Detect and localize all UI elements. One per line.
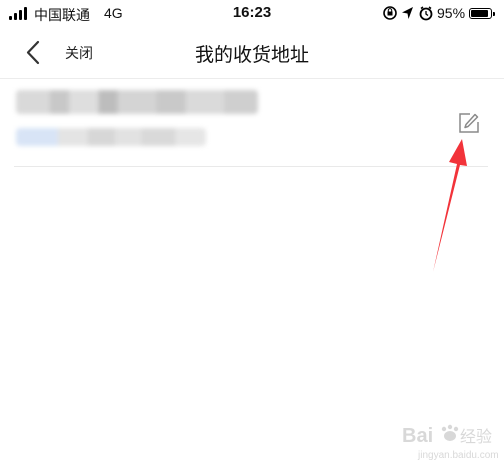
back-button[interactable] xyxy=(20,38,50,68)
status-bar: 中国联通 4G 16:23 95% xyxy=(0,0,504,28)
svg-text:经验: 经验 xyxy=(460,427,492,446)
battery-percentage: 95% xyxy=(437,5,466,21)
address-card[interactable] xyxy=(14,78,488,167)
svg-text:jingyan.baidu.com: jingyan.baidu.com xyxy=(417,450,499,461)
battery-icon xyxy=(469,8,495,19)
alarm-icon xyxy=(419,6,433,21)
edit-icon xyxy=(459,113,479,133)
baidu-watermark-logo: Bai 经验 jingyan.baidu.com xyxy=(402,424,499,461)
location-icon xyxy=(402,7,413,19)
address-name-phone xyxy=(16,90,258,114)
system-icons xyxy=(383,6,433,21)
edit-address-button[interactable] xyxy=(457,111,481,135)
chevron-left-icon xyxy=(26,40,40,65)
address-detail xyxy=(16,128,206,146)
nav-bar: 关闭 我的收货地址 xyxy=(0,28,504,79)
close-button[interactable]: 关闭 xyxy=(65,43,93,63)
orientation-lock-icon xyxy=(383,6,397,20)
svg-text:Bai: Bai xyxy=(402,425,433,447)
